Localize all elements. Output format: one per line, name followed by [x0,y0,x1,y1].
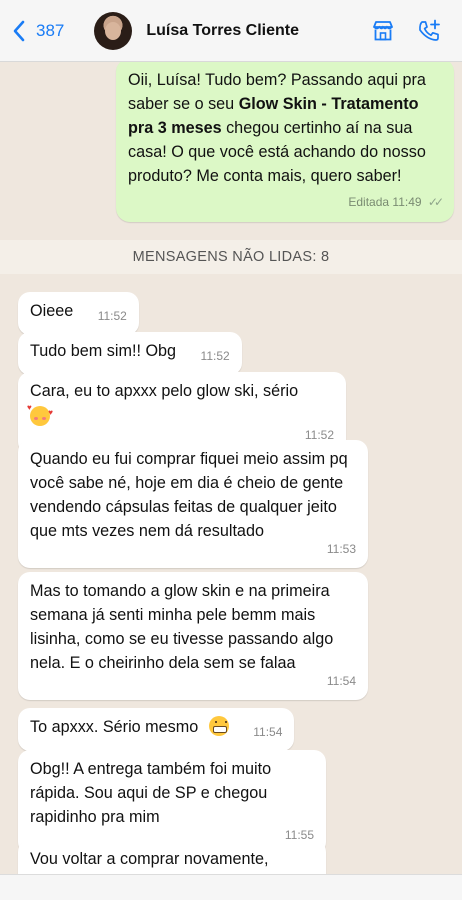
outgoing-message-text: Oii, Luísa! Tudo bem? Passando aqui pra … [128,71,426,185]
incoming-message[interactable]: To apxxx. Sério mesmo 11:54 [18,708,295,751]
edited-label: Editada [348,195,390,209]
incoming-message[interactable]: Obg!! A entrega também foi muito rápida.… [18,750,326,854]
message-text: Tudo bem sim!! Obg [30,342,177,360]
back-count: 387 [36,20,65,40]
message-time: 11:52 [200,349,230,363]
unread-messages-divider: MENSAGENS NÃO LIDAS: 8 [0,240,462,274]
outgoing-message[interactable]: Oii, Luísa! Tudo bem? Passando aqui pra … [116,62,454,222]
store-icon[interactable] [370,18,396,44]
avatar[interactable] [94,11,133,50]
chat-area[interactable]: Oii, Luísa! Tudo bem? Passando aqui pra … [0,62,462,874]
message-text: To apxxx. Sério mesmo [30,718,199,736]
chat-header: 387 Luísa Torres Cliente [0,0,462,62]
grimacing-face-icon [208,716,229,736]
message-time: 11:52 [97,309,127,323]
message-text: Oieee [30,302,74,320]
message-time: 11:49 [392,195,422,209]
message-text: Obg!! A entrega também foi muito rápida.… [30,760,272,826]
message-text: Cara, eu to apxxx pelo glow ski, sério [30,382,299,400]
message-meta: Editada 11:49 ✓✓ [128,190,444,214]
smiling-face-with-hearts-icon: ♥ ♥ [27,404,53,426]
contact-name[interactable]: Luísa Torres Cliente [146,22,370,40]
chevron-left-icon [13,20,25,41]
back-button[interactable]: 387 [12,20,64,42]
message-text: Quando eu fui comprar fiquei meio assim … [30,450,348,540]
phone-add-icon[interactable] [416,18,442,44]
message-time: 11:54 [253,725,283,739]
incoming-message[interactable]: Quando eu fui comprar fiquei meio assim … [18,440,368,568]
incoming-message[interactable]: Tudo bem sim!! Obg 11:52 [18,332,242,375]
incoming-message[interactable]: Mas to tomando a glow skin e na primeira… [18,572,368,700]
input-bar[interactable] [0,874,462,900]
message-text: Vou voltar a comprar novamente, [30,850,269,868]
incoming-message[interactable]: Vou voltar a comprar novamente, [18,840,326,874]
incoming-message[interactable]: Oieee 11:52 [18,292,139,335]
message-text: Mas to tomando a glow skin e na primeira… [30,582,334,672]
read-checks-icon: ✓✓ [427,195,444,209]
